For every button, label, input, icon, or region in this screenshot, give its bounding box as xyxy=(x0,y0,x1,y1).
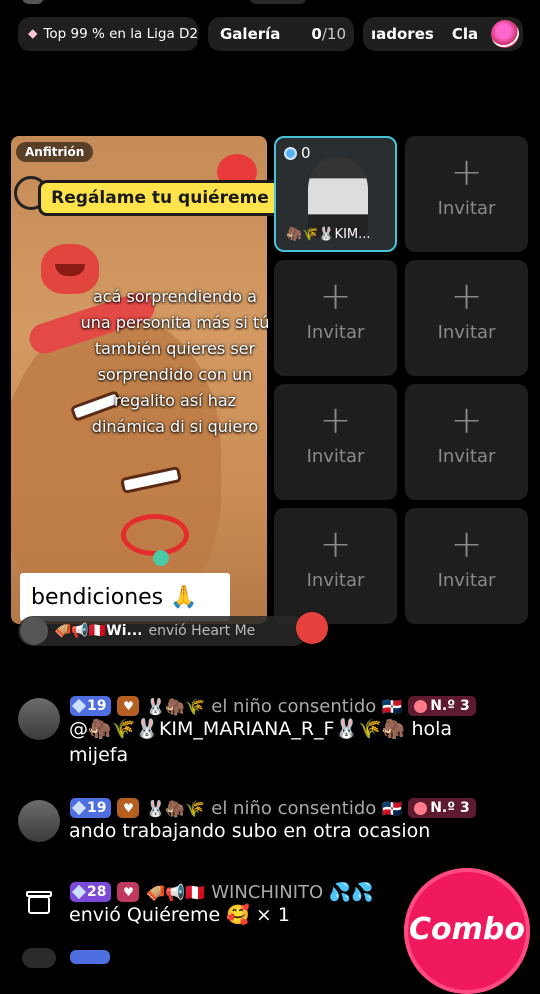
fan-heart-badge: ♥ xyxy=(117,882,140,902)
guest-seat[interactable]: 0 🦣🌾🐰KIM... xyxy=(274,136,397,252)
invite-label: Invitar xyxy=(437,198,496,219)
coin-icon xyxy=(284,146,297,160)
gift-sender: 🪗📢🇵🇪Wi... xyxy=(54,623,143,639)
gallery-label: Galería xyxy=(220,25,281,43)
fan-heart-badge: ♥ xyxy=(117,798,140,818)
combo-button[interactable]: Combo xyxy=(404,868,530,994)
ranking-avatar xyxy=(491,20,519,48)
invite-label: Invitar xyxy=(306,446,365,467)
gem-icon xyxy=(28,29,38,39)
invite-seat[interactable]: + Invitar xyxy=(405,136,528,252)
bow-illustration xyxy=(121,514,189,556)
rank-badge: N.º 3 xyxy=(408,798,476,818)
guest-score: 0 xyxy=(284,144,311,162)
plus-icon: + xyxy=(319,274,352,318)
plus-icon: + xyxy=(450,398,483,442)
user-emojis: 🐰🦣🌾 xyxy=(145,696,206,716)
plus-icon: + xyxy=(450,522,483,566)
flag-icon: 🇩🇴 xyxy=(382,696,403,716)
guest-name: 🦣🌾🐰KIM... xyxy=(286,227,371,242)
plus-icon: + xyxy=(450,150,483,194)
gallery-count: 0/10 xyxy=(311,25,346,43)
chat-message[interactable]: 19 ♥ 🐰🦣🌾 el niño consentido 🇩🇴 N.º 3 and… xyxy=(18,798,523,846)
button-illustration xyxy=(153,550,169,566)
invite-seat[interactable]: + Invitar xyxy=(405,384,528,500)
host-name-card: bendiciones 🙏 xyxy=(20,573,230,621)
guest-photo xyxy=(308,158,368,238)
chat-nickname[interactable]: el niño consentido xyxy=(211,798,376,819)
chat-text: @🦣🌾🐰KIM_MARIANA_R_F🐰🌾🦣 hola mijefa xyxy=(69,718,453,766)
level-badge: 19 xyxy=(70,798,112,818)
invite-label: Invitar xyxy=(437,322,496,343)
heart-gift-icon xyxy=(296,612,328,644)
level-badge: 19 xyxy=(70,696,112,716)
chat-message[interactable]: 19 ♥ 🐰🦣🌾 el niño consentido 🇩🇴 N.º 3 @🦣🌾… xyxy=(18,696,523,768)
bottom-badge-partial xyxy=(70,950,110,964)
ranking-label-b: Cla xyxy=(451,25,479,43)
top-pill-partial xyxy=(250,0,306,4)
user-emojis: 🪗📢🇵🇪 xyxy=(145,882,206,902)
user-emojis: 🐰🦣🌾 xyxy=(145,798,206,818)
ranking-chip[interactable]: ıadores Cla xyxy=(363,17,523,51)
chat-text: ando trabajando subo en otra ocasion xyxy=(69,820,431,842)
diamond-icon xyxy=(71,884,87,900)
diamond-icon xyxy=(71,698,87,714)
combo-label: Combo xyxy=(409,912,525,947)
top-avatar-partial xyxy=(22,0,44,4)
medal-icon xyxy=(414,699,428,713)
league-label: Top 99 % en la Liga D2 xyxy=(43,26,198,42)
avatar[interactable] xyxy=(18,698,60,740)
avatar xyxy=(20,617,48,645)
invite-seat[interactable]: + Invitar xyxy=(274,508,397,624)
league-chip[interactable]: Top 99 % en la Liga D2 xyxy=(18,17,198,51)
rank-badge: N.º 3 xyxy=(408,696,476,716)
gallery-chip[interactable]: Galería 0/10 xyxy=(208,17,354,51)
gift-action: envió Heart Me xyxy=(148,623,256,639)
invite-seat[interactable]: + Invitar xyxy=(274,384,397,500)
gift-notice: 🪗📢🇵🇪Wi... envió Heart Me xyxy=(18,616,308,646)
invite-seat[interactable]: + Invitar xyxy=(405,508,528,624)
gift-icon xyxy=(18,884,60,926)
diamond-icon xyxy=(71,800,87,816)
avatar[interactable] xyxy=(18,800,60,842)
chat-nickname[interactable]: el niño consentido xyxy=(211,696,376,717)
level-badge: 28 xyxy=(70,882,112,902)
invite-label: Invitar xyxy=(306,570,365,591)
invite-seat[interactable]: + Invitar xyxy=(274,260,397,376)
invite-label: Invitar xyxy=(437,446,496,467)
gift-request-banner[interactable]: Regálame tu quiéreme xyxy=(14,176,284,220)
plus-icon: + xyxy=(450,274,483,318)
medal-icon xyxy=(414,801,428,815)
invite-seat[interactable]: + Invitar xyxy=(405,260,528,376)
ranking-label-a: ıadores xyxy=(371,25,434,43)
host-caption: acá sorprendiendo a una personita más si… xyxy=(80,287,270,436)
flag-icon: 🇩🇴 xyxy=(382,798,403,818)
bottom-avatar-partial xyxy=(22,948,56,968)
host-role-badge: Anfitrión xyxy=(16,142,94,162)
plus-icon: + xyxy=(319,522,352,566)
plus-icon: + xyxy=(319,398,352,442)
invite-label: Invitar xyxy=(437,570,496,591)
fan-heart-badge: ♥ xyxy=(117,696,140,716)
invite-label: Invitar xyxy=(306,322,365,343)
gift-request-label: Regálame tu quiéreme xyxy=(38,180,282,216)
chat-nickname[interactable]: WINCHINITO 💦💦 xyxy=(211,882,373,903)
